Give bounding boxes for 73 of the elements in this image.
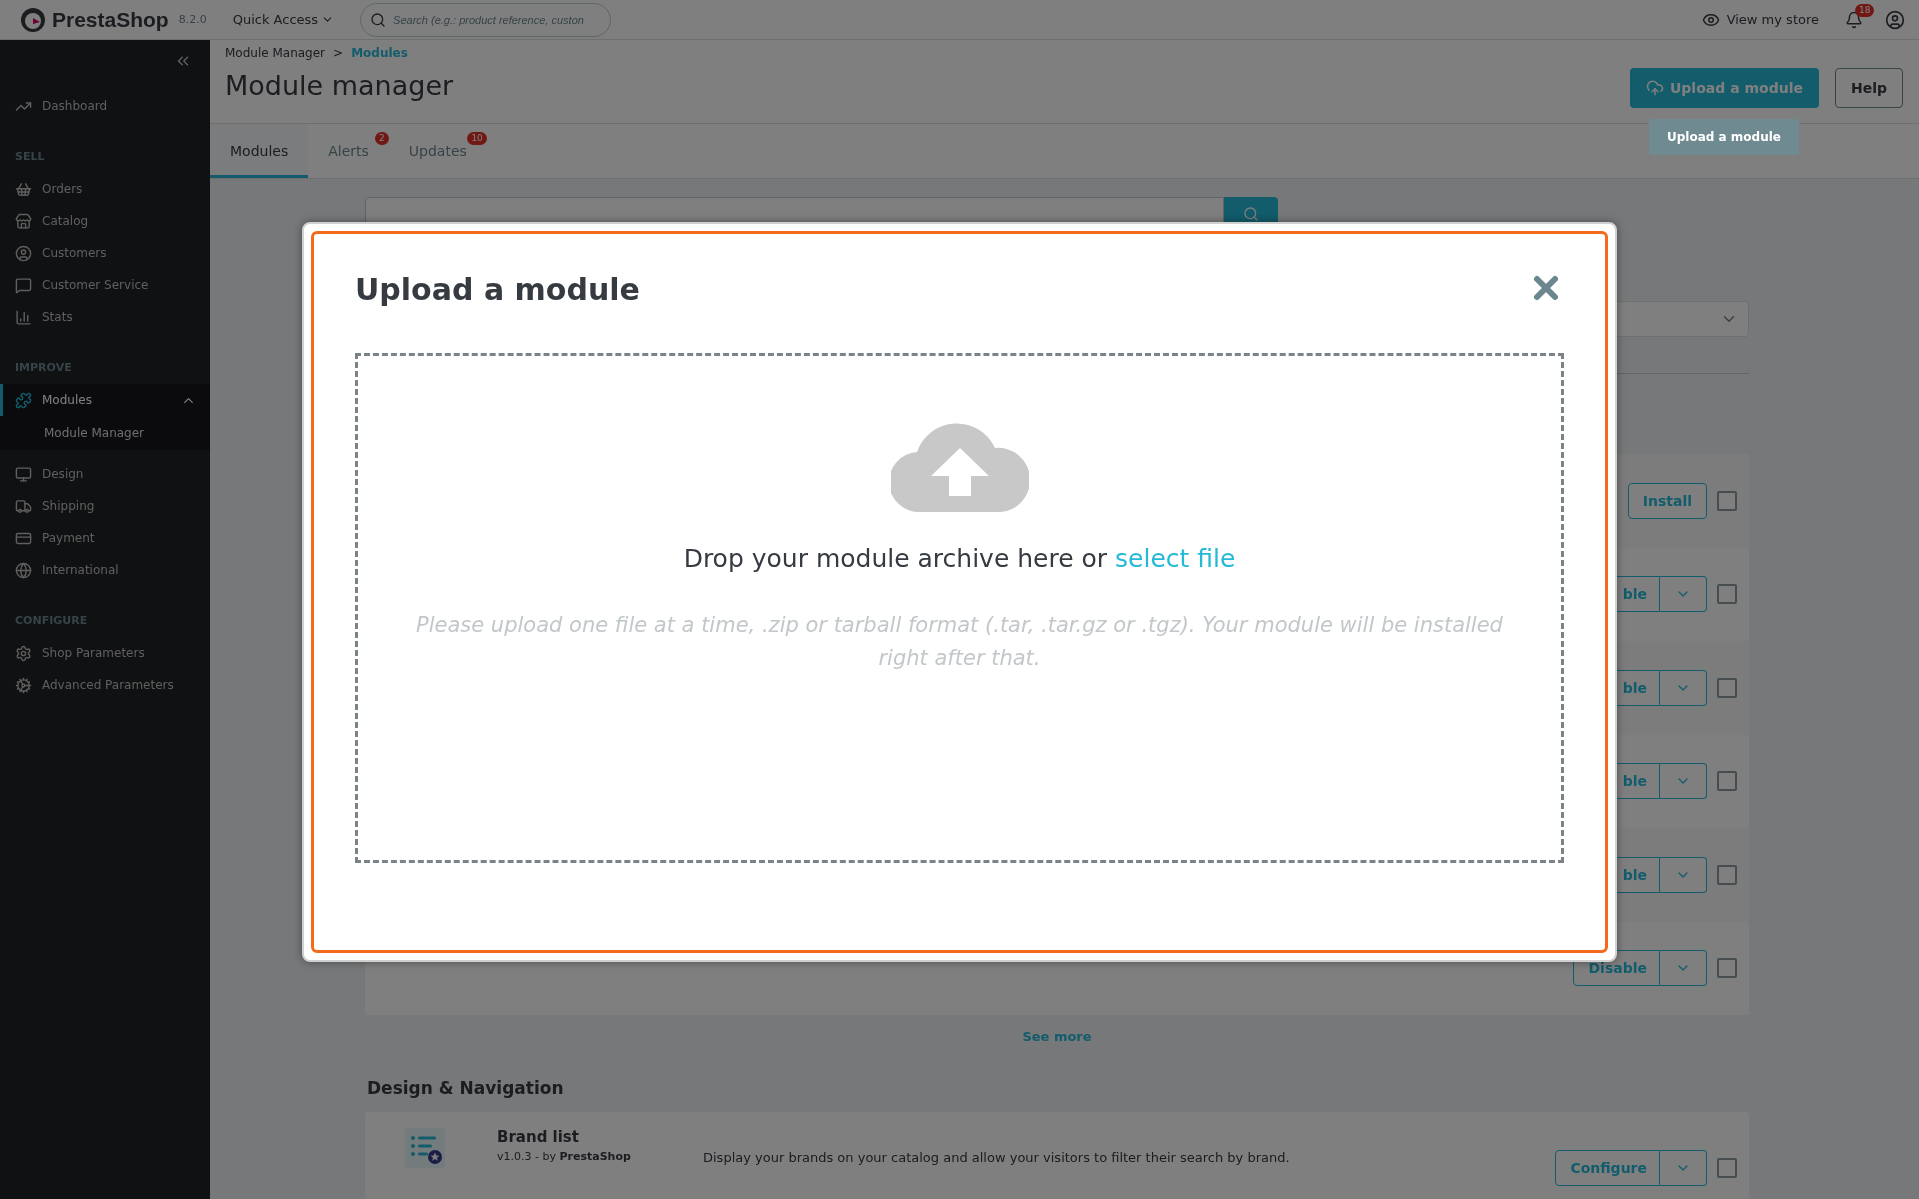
tab[interactable]: Modules bbox=[210, 124, 309, 178]
checkbox[interactable] bbox=[1717, 490, 1737, 511]
tooltip: Upload a module bbox=[1649, 119, 1799, 155]
sidebar-item[interactable]: Customers bbox=[0, 237, 210, 269]
checkbox[interactable] bbox=[1717, 677, 1737, 698]
drop-zone[interactable]: Drop your module archive here or select file Please upload one file at a time, .zip or tarball format (.tar, .tar.gz or .tgz). Your module will be installed right after that. bbox=[355, 353, 1564, 863]
basket-icon bbox=[15, 180, 32, 198]
checkbox[interactable] bbox=[1717, 1158, 1737, 1178]
dialog-title: Upload a module bbox=[355, 272, 640, 307]
quick-access-menu[interactable]: Quick Access bbox=[228, 8, 339, 31]
upload-module-button[interactable]: Upload a module bbox=[1630, 68, 1819, 108]
sidebar-item[interactable]: Payment bbox=[0, 522, 210, 554]
view-store-link[interactable]: View my store bbox=[1701, 10, 1819, 29]
sidebar-item[interactable]: International bbox=[0, 554, 210, 586]
page-title: Module manager bbox=[225, 70, 455, 101]
dropdown-toggle[interactable] bbox=[1660, 1150, 1707, 1186]
select-file-link[interactable]: select file bbox=[1115, 544, 1236, 573]
puffin-logo-icon bbox=[20, 6, 46, 33]
version-label: 8.2.0 bbox=[178, 13, 207, 26]
see-more-link[interactable]: See more bbox=[1022, 1029, 1092, 1044]
truck-icon bbox=[15, 497, 32, 515]
search-icon bbox=[370, 11, 387, 28]
tab[interactable]: Updates 10 bbox=[388, 124, 487, 178]
sidebar-item[interactable]: Advanced Parameters bbox=[0, 669, 210, 701]
section-title: Design & Navigation bbox=[367, 1078, 565, 1098]
configure-button[interactable]: Configure bbox=[1555, 1150, 1660, 1186]
logo-text: PrestaShop bbox=[52, 7, 169, 32]
breadcrumb-link[interactable]: Module Manager bbox=[225, 46, 326, 60]
help-button[interactable]: Help bbox=[1834, 68, 1903, 108]
store-icon bbox=[15, 212, 32, 230]
sidebar-item[interactable]: Orders bbox=[0, 173, 210, 205]
cloud-upload-icon bbox=[1646, 79, 1664, 97]
checkbox[interactable] bbox=[1717, 958, 1737, 979]
sidebar-item[interactable]: Catalog bbox=[0, 205, 210, 237]
search-field[interactable]: Search (e.g.: product reference, custon bbox=[360, 2, 612, 37]
breadcrumb-link[interactable]: Modules bbox=[351, 46, 408, 60]
tab-count-badge: 2 bbox=[375, 132, 389, 145]
sidebar-item[interactable]: Stats bbox=[0, 301, 210, 333]
globe-icon bbox=[15, 561, 32, 579]
sidebar-item[interactable]: Design bbox=[0, 458, 210, 490]
sidebar-item[interactable]: Dashboard bbox=[0, 90, 210, 122]
module-version: v1.0.3 - by PrestaShop bbox=[497, 1150, 632, 1163]
checkbox[interactable] bbox=[1717, 771, 1737, 792]
checkbox[interactable] bbox=[1717, 864, 1737, 885]
breadcrumb-separator: > bbox=[333, 46, 344, 60]
dropdown-toggle[interactable] bbox=[1660, 950, 1707, 987]
drop-instruction: Drop your module archive here or select file bbox=[683, 544, 1236, 573]
dropdown-toggle[interactable] bbox=[1660, 763, 1707, 800]
sidebar-item[interactable]: Shipping bbox=[0, 490, 210, 522]
sidebar-item[interactable]: Customer Service bbox=[0, 269, 210, 301]
puzzle-icon bbox=[15, 391, 32, 409]
notification-count: 18 bbox=[1855, 3, 1875, 17]
sidebar-subitem[interactable]: Module Manager bbox=[0, 416, 210, 450]
chat-icon bbox=[15, 276, 32, 294]
tab-count-badge: 10 bbox=[467, 132, 487, 145]
gear-icon bbox=[15, 644, 32, 662]
install-button[interactable]: Install bbox=[1627, 482, 1707, 519]
module-name: Brand list bbox=[497, 1128, 580, 1146]
module-description: Display your brands on your catalog and allow your visitors to filter their search by brand. bbox=[703, 1150, 1291, 1165]
dropdown-toggle[interactable] bbox=[1660, 856, 1707, 893]
user-icon bbox=[15, 244, 32, 262]
upload-hint: Please upload one file at a time, .zip or tarball format (.tar, .tar.gz or .tgz). Your module will be installed right after that. bbox=[415, 612, 1504, 672]
checkbox[interactable] bbox=[1717, 584, 1737, 605]
bar-chart-icon bbox=[15, 308, 32, 326]
sidebar-item[interactable]: Shop Parameters bbox=[0, 637, 210, 669]
cog-icon bbox=[15, 676, 32, 694]
search-icon bbox=[1243, 206, 1259, 222]
user-avatar-icon[interactable] bbox=[1885, 9, 1905, 30]
sidebar-item[interactable]: Modules bbox=[0, 384, 210, 416]
dropdown-toggle[interactable] bbox=[1660, 669, 1707, 706]
dropdown-toggle[interactable] bbox=[1660, 576, 1707, 613]
monitor-icon bbox=[15, 465, 32, 483]
tab[interactable]: Alerts 2 bbox=[308, 124, 389, 178]
